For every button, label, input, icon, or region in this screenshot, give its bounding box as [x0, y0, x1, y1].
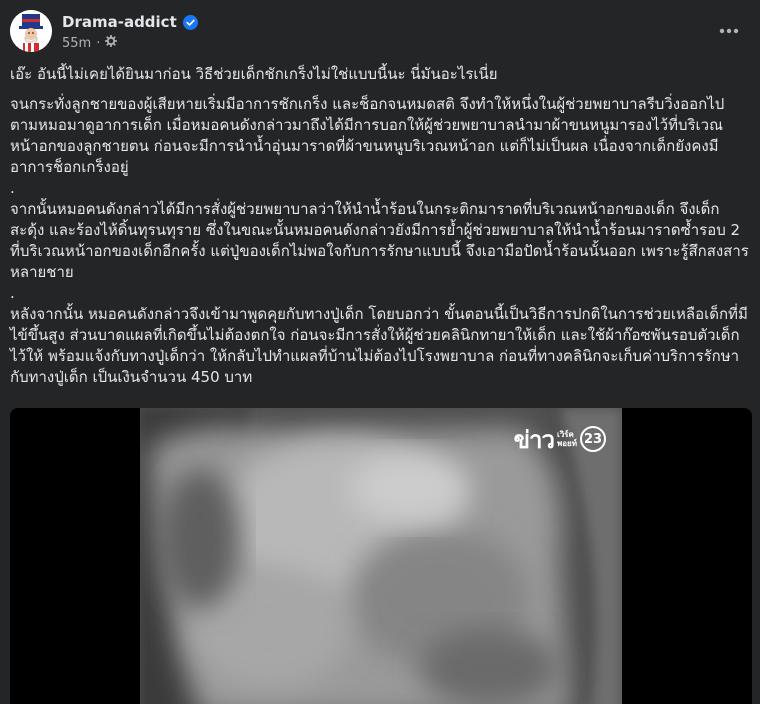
channel-logo-sub-line2: พอยท์	[556, 439, 577, 448]
channel-logo: ข่าว เวิร์ค พอยท์ 23	[514, 422, 606, 456]
post-meta: 55m ·	[62, 34, 118, 52]
post-video[interactable]: ข่าว เวิร์ค พอยท์ 23	[10, 408, 752, 704]
more-options-button[interactable]	[714, 16, 744, 46]
post-paragraph-separator: .	[10, 179, 15, 197]
channel-logo-sub-line1: เวิร์ค	[556, 430, 574, 439]
post-paragraph-separator: .	[10, 284, 15, 302]
post-header: Drama-addict 55m ·	[10, 10, 750, 54]
post-body: เอ๊ะ อันนี้ไม่เคยได้ยินมาก่อน วิธีช่วยเด…	[10, 64, 750, 388]
post-paragraph: จากนั้นหมอคนดังกล่าวได้มีการสั่งผู้ช่วยพ…	[10, 200, 749, 281]
channel-logo-main: ข่าว	[513, 425, 555, 454]
facebook-post: Drama-addict 55m · เอ๊ะ อันนี้ไม่เคยได้ย…	[0, 0, 760, 704]
settings-gear-icon[interactable]	[105, 34, 118, 51]
channel-logo-sub: เวิร์ค พอยท์	[557, 430, 577, 448]
more-options-icon	[719, 28, 739, 34]
post-title-text: เอ๊ะ อันนี้ไม่เคยได้ยินมาก่อน วิธีช่วยเด…	[10, 65, 498, 83]
author-line: Drama-addict	[62, 12, 198, 32]
author-name[interactable]: Drama-addict	[62, 13, 177, 31]
post-timestamp[interactable]: 55m	[62, 36, 91, 51]
avatar-uncle-sam-icon	[10, 10, 52, 52]
post-paragraph: จนกระทั่งลูกชายของผู้เสียหายเริ่มมีอาการ…	[10, 95, 725, 176]
post-paragraph: หลังจากนั้น หมอคนดังกล่าวจึงเข้ามาพูดคุย…	[10, 305, 748, 386]
meta-separator: ·	[96, 35, 101, 51]
author-avatar[interactable]	[10, 10, 52, 52]
channel-logo-number: 23	[580, 426, 606, 452]
video-frame-blurred: ข่าว เวิร์ค พอยท์ 23	[140, 408, 622, 704]
verified-badge-icon	[182, 14, 198, 30]
